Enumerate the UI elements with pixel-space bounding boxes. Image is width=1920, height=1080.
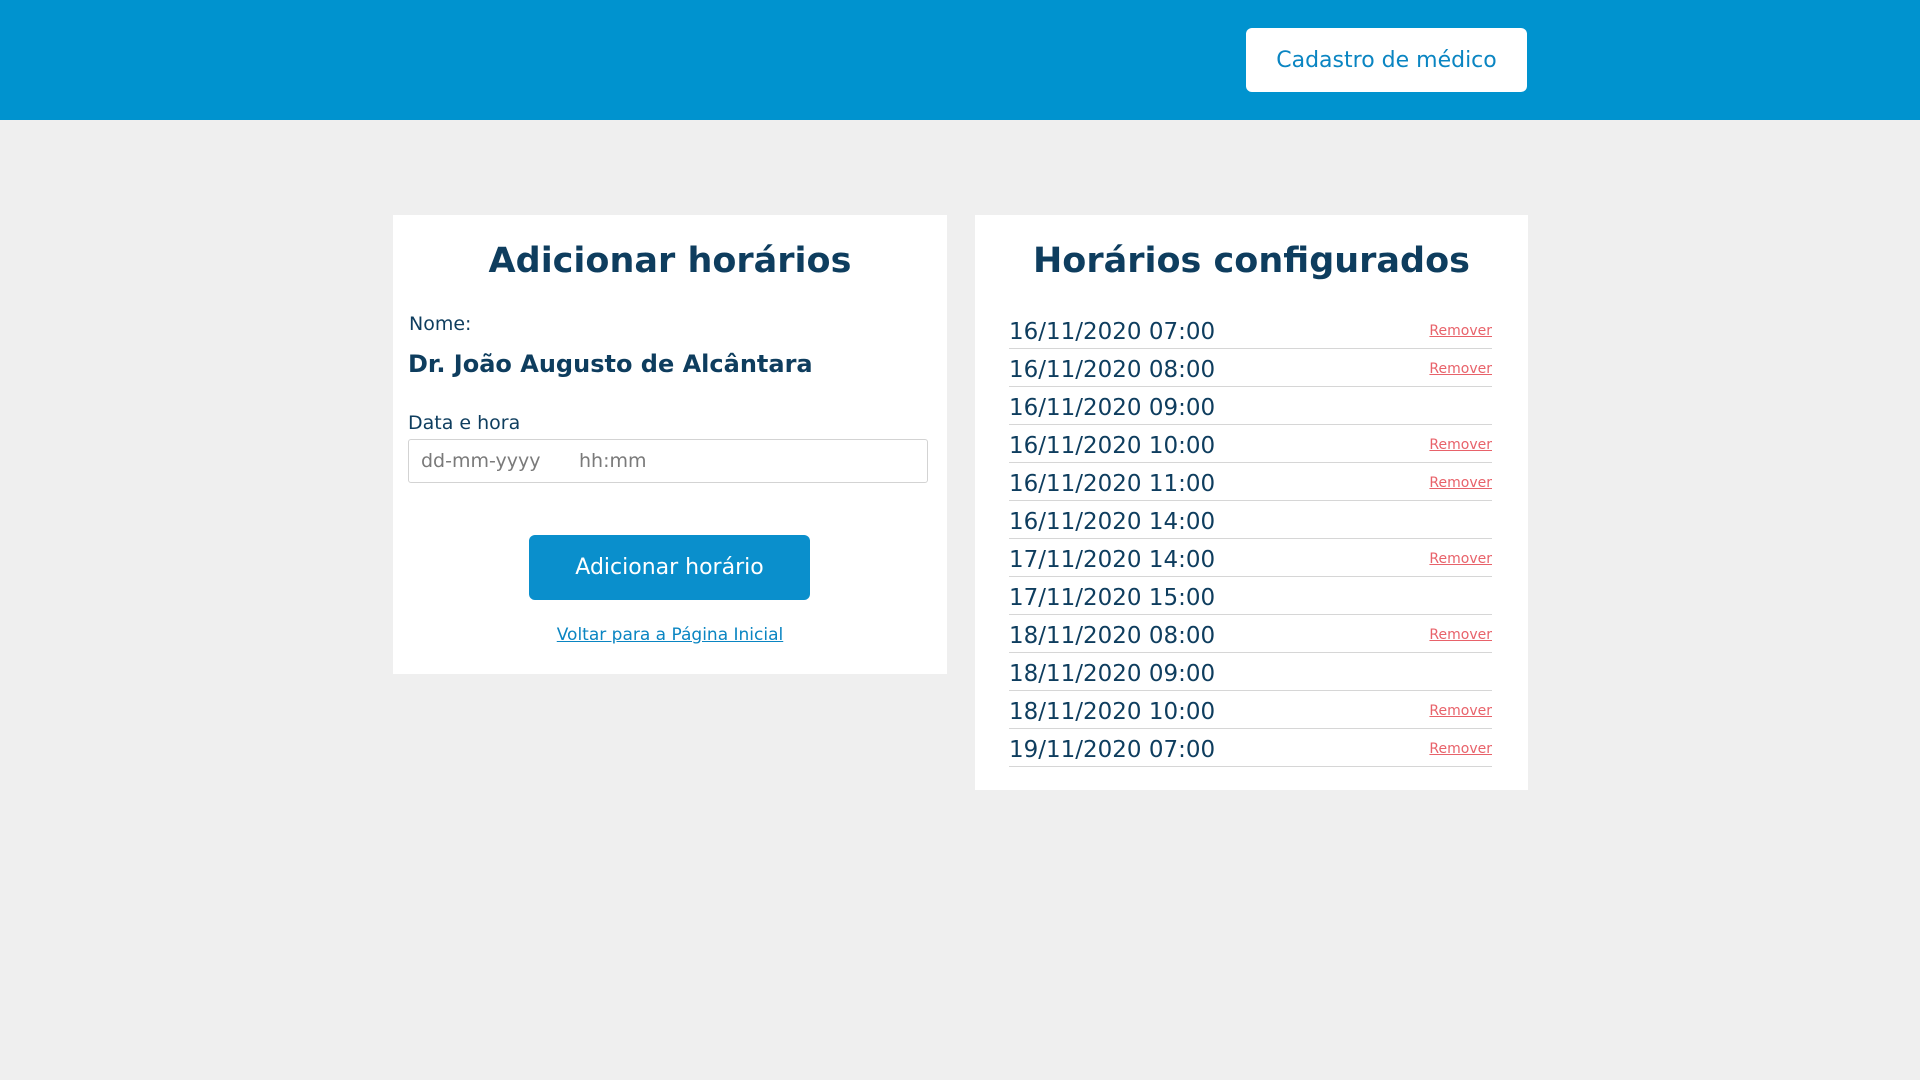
schedule-item: 18/11/2020 09:00 xyxy=(1009,653,1492,691)
schedule-item: 16/11/2020 11:00 Remover xyxy=(1009,463,1492,501)
schedule-time: 16/11/2020 14:00 xyxy=(1009,509,1216,535)
remove-schedule-link[interactable]: Remover xyxy=(1429,741,1492,757)
schedule-item: 17/11/2020 14:00 Remover xyxy=(1009,539,1492,577)
remove-schedule-link[interactable]: Remover xyxy=(1429,323,1492,339)
schedule-item: 18/11/2020 08:00 Remover xyxy=(1009,615,1492,653)
schedule-time: 17/11/2020 14:00 xyxy=(1009,547,1216,573)
schedule-time: 16/11/2020 07:00 xyxy=(1009,319,1216,345)
schedule-item: 16/11/2020 09:00 xyxy=(1009,387,1492,425)
schedule-item: 16/11/2020 07:00 Remover xyxy=(1009,311,1492,349)
remove-schedule-link[interactable]: Remover xyxy=(1429,361,1492,377)
remove-schedule-link[interactable]: Remover xyxy=(1429,475,1492,491)
date-placeholder: dd-mm-yyyy xyxy=(421,450,541,472)
remove-schedule-link[interactable]: Remover xyxy=(1429,703,1492,719)
schedule-time: 16/11/2020 11:00 xyxy=(1009,471,1216,497)
name-label: Nome: xyxy=(409,313,472,335)
schedule-time: 18/11/2020 08:00 xyxy=(1009,623,1216,649)
remove-schedule-link[interactable]: Remover xyxy=(1429,627,1492,643)
configured-schedules-title: Horários configurados xyxy=(1033,241,1470,281)
doctor-name: Dr. João Augusto de Alcântara xyxy=(408,350,813,378)
schedule-time: 16/11/2020 10:00 xyxy=(1009,433,1216,459)
schedule-item: 16/11/2020 10:00 Remover xyxy=(1009,425,1492,463)
add-schedule-card: Adicionar horários Nome: Dr. João August… xyxy=(393,215,947,674)
schedule-time: 18/11/2020 10:00 xyxy=(1009,699,1216,725)
schedule-item: 16/11/2020 08:00 Remover xyxy=(1009,349,1492,387)
schedule-item: 19/11/2020 07:00 Remover xyxy=(1009,729,1492,767)
schedule-time: 16/11/2020 09:00 xyxy=(1009,395,1216,421)
configured-schedules-card: Horários configurados 16/11/2020 07:00 Re… xyxy=(975,215,1528,790)
schedule-time: 16/11/2020 08:00 xyxy=(1009,357,1216,383)
top-header: Cadastro de médico xyxy=(0,0,1920,120)
schedule-item: 18/11/2020 10:00 Remover xyxy=(1009,691,1492,729)
schedule-time: 17/11/2020 15:00 xyxy=(1009,585,1216,611)
remove-schedule-link[interactable]: Remover xyxy=(1429,551,1492,567)
schedule-time: 19/11/2020 07:00 xyxy=(1009,737,1216,763)
add-schedule-title: Adicionar horários xyxy=(488,241,852,281)
remove-schedule-link[interactable]: Remover xyxy=(1429,437,1492,453)
schedule-list: 16/11/2020 07:00 Remover 16/11/2020 08:00 R… xyxy=(1009,311,1492,767)
datetime-input[interactable]: dd-mm-yyyy hh:mm xyxy=(408,439,928,483)
schedule-time: 18/11/2020 09:00 xyxy=(1009,661,1216,687)
doctor-registration-button[interactable]: Cadastro de médico xyxy=(1246,28,1527,92)
time-placeholder: hh:mm xyxy=(579,450,647,472)
back-to-home-link[interactable]: Voltar para a Página Inicial xyxy=(393,625,947,645)
add-schedule-button[interactable]: Adicionar horário xyxy=(529,535,810,600)
datetime-label: Data e hora xyxy=(408,412,521,434)
schedule-item: 16/11/2020 14:00 xyxy=(1009,501,1492,539)
schedule-item: 17/11/2020 15:00 xyxy=(1009,577,1492,615)
